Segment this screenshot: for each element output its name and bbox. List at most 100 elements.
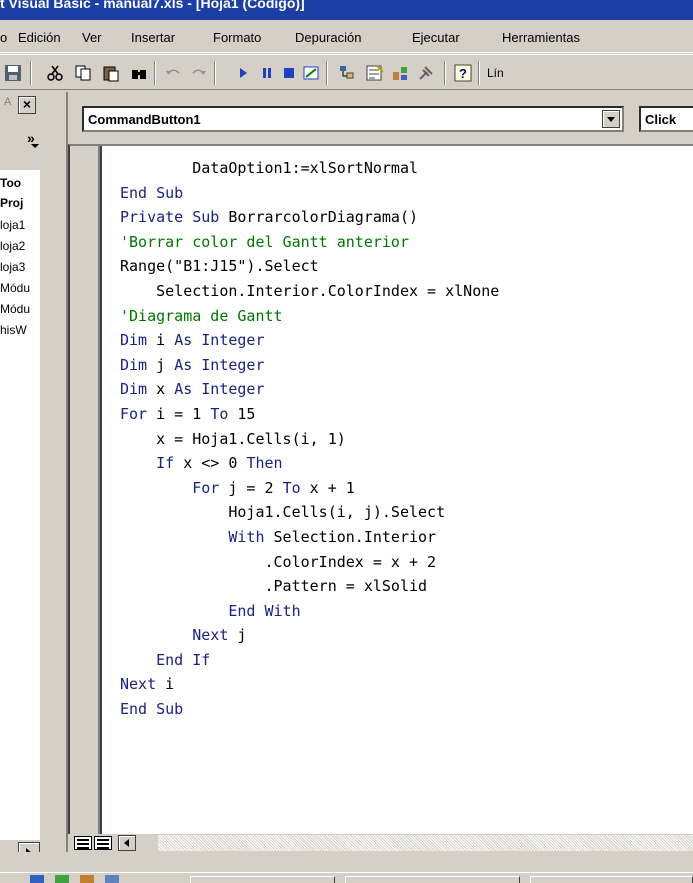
code-line-text: .ColorIndex = x + 2 [264, 552, 437, 571]
properties-icon[interactable] [364, 62, 386, 84]
code-line-text: 'Diagrama de Gantt [120, 306, 283, 325]
code-line[interactable]: With Selection.Interior [120, 525, 499, 550]
design-mode-icon[interactable] [300, 62, 322, 84]
menu-insertar[interactable]: Insertar [131, 30, 175, 45]
code-line[interactable]: .Pattern = xlSolid [120, 574, 499, 599]
tree-item[interactable]: loja1 [0, 218, 25, 232]
code-line-text: Dim j As Integer [120, 355, 265, 374]
code-line-text: Dim i As Integer [120, 331, 265, 350]
code-text[interactable]: DataOption1:=xlSortNormal End Sub Private … [120, 156, 499, 722]
quick-launch-icon[interactable] [80, 875, 94, 883]
tree-item[interactable]: loja3 [0, 260, 25, 274]
tree-item[interactable]: Too [0, 176, 21, 190]
taskbar [0, 872, 693, 883]
code-line[interactable]: x = Hoja1.Cells(i, 1) [120, 427, 499, 452]
menu-herramientas[interactable]: Herramientas [502, 30, 580, 45]
code-line[interactable]: For i = 1 To 15 [120, 402, 499, 427]
toolbox-icon[interactable] [416, 62, 438, 84]
project-explorer-icon[interactable] [338, 62, 360, 84]
menu-formato[interactable]: Formato [213, 30, 261, 45]
menu-ver[interactable]: Ver [82, 30, 102, 45]
menu-depuracion[interactable]: Depuración [295, 30, 362, 45]
code-line[interactable]: For j = 2 To x + 1 [120, 476, 499, 501]
quick-launch-icon[interactable] [105, 875, 119, 883]
paste-icon[interactable] [100, 62, 122, 84]
save-icon[interactable] [2, 62, 24, 84]
menu-ejecutar[interactable]: Ejecutar [412, 30, 460, 45]
code-line[interactable]: Range("B1:J15").Select [120, 254, 499, 279]
procedure-combobox[interactable]: Click [639, 106, 693, 132]
code-line[interactable]: Private Sub BorrarcolorDiagrama() [120, 205, 499, 230]
horizontal-scrollbar[interactable] [158, 835, 693, 851]
menu-bar: o Edición Ver Insertar Formato Depuració… [0, 20, 693, 53]
find-icon[interactable] [128, 62, 150, 84]
full-module-view-icon[interactable] [94, 836, 112, 850]
code-line[interactable]: Selection.Interior.ColorIndex = xlNone [120, 279, 499, 304]
code-line[interactable]: End With [120, 599, 499, 624]
copy-icon[interactable] [72, 62, 94, 84]
cut-icon[interactable] [44, 62, 66, 84]
code-line-text: .Pattern = xlSolid [264, 577, 428, 596]
object-combobox[interactable]: CommandButton1 [82, 106, 624, 132]
code-line[interactable]: Dim j As Integer [120, 353, 499, 378]
code-window-footer [68, 834, 693, 852]
taskbar-button[interactable] [190, 876, 335, 883]
taskbar-button[interactable] [345, 876, 520, 883]
code-line[interactable]: Next j [120, 623, 499, 648]
reset-icon[interactable] [278, 62, 300, 84]
scroll-right-button[interactable] [18, 842, 40, 852]
chevron-down-icon[interactable] [31, 144, 39, 148]
panel-grip: A [4, 96, 12, 108]
tree-item[interactable]: Proj [0, 196, 23, 210]
code-line-text: Next j [192, 626, 247, 645]
code-line-text: Next i [120, 675, 175, 694]
code-line[interactable]: 'Diagrama de Gantt [120, 304, 499, 329]
redo-icon[interactable] [188, 62, 210, 84]
code-line[interactable]: End Sub [120, 181, 499, 206]
chevron-down-icon[interactable] [602, 110, 620, 128]
procedure-view-icon[interactable] [74, 836, 92, 850]
code-line[interactable]: Next i [120, 672, 499, 697]
object-combobox-value: CommandButton1 [88, 112, 201, 127]
code-window: CommandButton1 Click DataOption1:=xlSort… [66, 92, 693, 852]
code-line[interactable]: End Sub [120, 697, 499, 722]
code-line-text: If x <> 0 Then [156, 454, 283, 473]
code-line[interactable]: Dim x As Integer [120, 377, 499, 402]
menu-edicion[interactable]: Edición [18, 30, 61, 45]
taskbar-button[interactable] [530, 876, 693, 883]
object-browser-icon[interactable] [390, 62, 412, 84]
svg-text:?: ? [459, 66, 467, 81]
close-icon[interactable]: × [18, 96, 36, 114]
tree-item[interactable]: hisW [0, 323, 27, 337]
code-line-text: DataOption1:=xlSortNormal [192, 159, 419, 177]
tree-item[interactable]: Módu [0, 281, 30, 295]
toolbar-separator [30, 61, 32, 85]
tree-item[interactable]: Módu [0, 302, 30, 316]
undo-icon[interactable] [162, 62, 184, 84]
project-tree: Too Proj loja1 loja2 loja3 Módu Módu his… [0, 170, 40, 840]
window-title: t Visual Basic - manual7.xls - [Hoja1 (C… [0, 0, 305, 11]
code-editor[interactable]: DataOption1:=xlSortNormal End Sub Private … [68, 144, 693, 836]
standard-toolbar: ? Lín [0, 54, 693, 90]
project-explorer-panel: A × » Too Proj loja1 loja2 loja3 Módu Mó… [0, 92, 40, 852]
code-line-text: x = Hoja1.Cells(i, 1) [156, 429, 346, 448]
quick-launch-icon[interactable] [30, 875, 44, 883]
code-line[interactable]: 'Borrar color del Gantt anterior [120, 230, 499, 255]
code-line[interactable]: If x <> 0 Then [120, 451, 499, 476]
menu-file[interactable]: o [0, 30, 7, 45]
title-bar: t Visual Basic - manual7.xls - [Hoja1 (C… [0, 0, 693, 20]
scroll-left-button[interactable] [118, 835, 136, 851]
help-icon[interactable]: ? [452, 62, 474, 84]
code-line[interactable]: DataOption1:=xlSortNormal [120, 156, 499, 181]
run-icon[interactable] [232, 62, 254, 84]
code-line[interactable]: .ColorIndex = x + 2 [120, 550, 499, 575]
code-line-text: End Sub [120, 183, 184, 202]
quick-launch-icon[interactable] [55, 875, 69, 883]
break-icon[interactable] [256, 62, 278, 84]
code-line[interactable]: End If [120, 648, 499, 673]
code-line-text: 'Borrar color del Gantt anterior [120, 232, 409, 251]
margin-indicator-bar[interactable] [70, 146, 100, 836]
code-line[interactable]: Dim i As Integer [120, 328, 499, 353]
tree-item[interactable]: loja2 [0, 239, 25, 253]
code-line[interactable]: Hoja1.Cells(i, j).Select [120, 500, 499, 525]
